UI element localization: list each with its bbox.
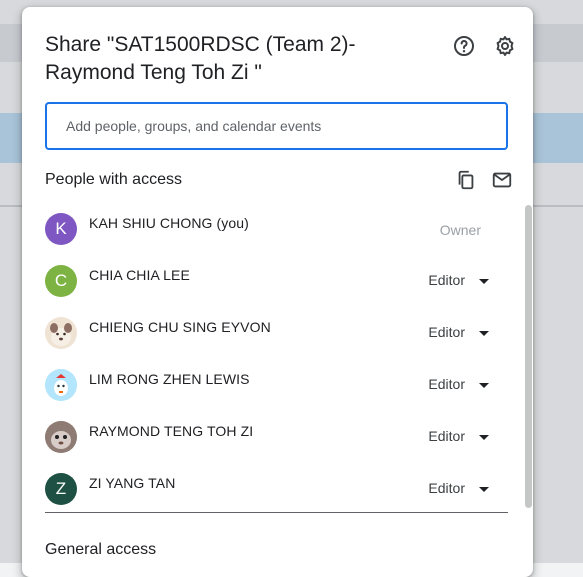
person-name: LIM RONG ZHEN LEWIS (89, 371, 250, 387)
role-dropdown[interactable]: Editor (428, 480, 489, 496)
copy-emails-button[interactable] (455, 169, 479, 193)
person-row: Z ZI YANG TAN Editor (22, 463, 527, 515)
avatar-photo (45, 369, 77, 401)
people-with-access-title: People with access (45, 171, 182, 188)
role-label: Editor (428, 480, 465, 496)
avatar-photo (45, 317, 77, 349)
role-dropdown[interactable]: Editor (428, 324, 489, 340)
person-row: LIM RONG ZHEN LEWIS Editor (22, 359, 527, 411)
dialog-title: Share "SAT1500RDSC (Team 2)-Raymond Teng… (45, 33, 356, 84)
mail-icon (492, 172, 512, 188)
cartoon-photo-icon (45, 369, 77, 401)
gear-icon (496, 36, 514, 56)
caret-down-icon (479, 382, 489, 388)
person-row: K KAH SHIU CHONG (you) Owner (22, 203, 527, 255)
role-label: Editor (428, 272, 465, 288)
person-row: C CHIA CHIA LEE Editor (22, 255, 527, 307)
avatar-initial: K (55, 219, 67, 238)
avatar: Z (45, 473, 77, 505)
copy-icon (458, 170, 474, 190)
people-list-scrollbar[interactable] (525, 205, 532, 508)
avatar: C (45, 265, 77, 297)
person-name: ZI YANG TAN (89, 475, 176, 491)
role-dropdown[interactable]: Editor (428, 376, 489, 392)
person-row: CHIENG CHU SING EYVON Editor (22, 307, 527, 359)
settings-button[interactable] (493, 34, 517, 58)
role-dropdown[interactable]: Editor (428, 272, 489, 288)
avatar: K (45, 213, 77, 245)
animal-photo-icon (45, 421, 77, 453)
caret-down-icon (479, 434, 489, 440)
role-label: Editor (428, 428, 465, 444)
person-name: CHIA CHIA LEE (89, 267, 190, 283)
role-label-owner: Owner (439, 222, 481, 238)
help-button[interactable] (452, 34, 476, 58)
avatar-initial: C (54, 271, 68, 290)
people-list: K KAH SHIU CHONG (you) Owner C CHIA CHIA… (22, 203, 527, 515)
avatar-photo (45, 421, 77, 453)
person-name: CHIENG CHU SING EYVON (89, 319, 271, 335)
section-divider (45, 512, 508, 513)
avatar-initial: Z (55, 479, 67, 498)
general-access-title: General access (45, 541, 157, 558)
caret-down-icon (479, 486, 489, 492)
caret-down-icon (479, 278, 489, 284)
email-people-button[interactable] (491, 169, 515, 193)
role-label: Editor (428, 376, 465, 392)
person-name: RAYMOND TENG TOH ZI (89, 423, 254, 439)
add-people-input[interactable] (45, 102, 508, 150)
share-dialog: Share "SAT1500RDSC (Team 2)-Raymond Teng… (22, 7, 533, 577)
help-circle-icon (454, 36, 474, 56)
role-dropdown[interactable]: Editor (428, 428, 489, 444)
caret-down-icon (479, 330, 489, 336)
person-row: RAYMOND TENG TOH ZI Editor (22, 411, 527, 463)
role-label: Editor (428, 324, 465, 340)
dog-photo-icon (50, 323, 72, 346)
person-name: KAH SHIU CHONG (you) (89, 215, 249, 231)
